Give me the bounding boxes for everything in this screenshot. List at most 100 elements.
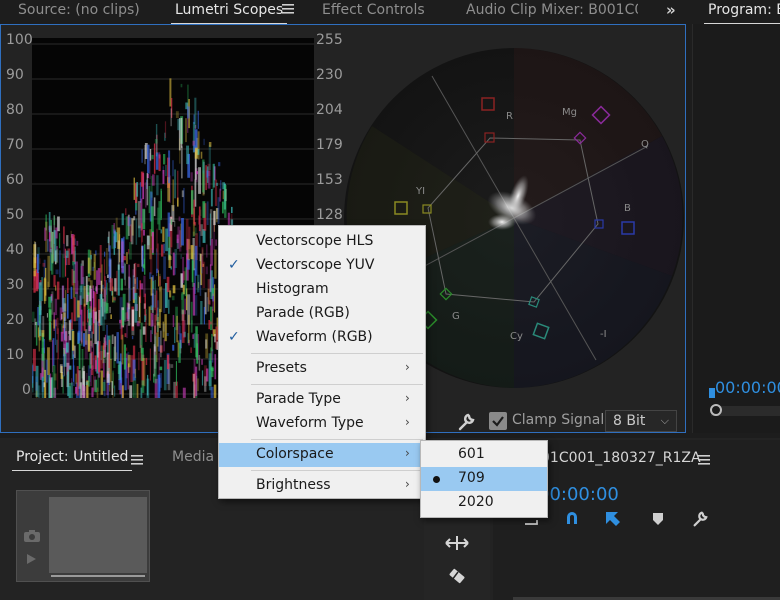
tab-effect-controls[interactable]: Effect Controls [322,2,425,18]
waveform-trace [176,234,179,244]
waveform-trace [198,167,201,194]
waveform-trace [213,384,217,398]
waveform-trace [138,225,141,238]
waveform-trace [104,334,107,357]
waveform-trace [146,235,150,250]
waveform-scale-left: 50 [6,207,24,223]
waveform-trace [80,331,83,346]
playhead-marker[interactable] [709,388,715,398]
waveform-trace [205,339,208,349]
waveform-trace [147,144,150,174]
waveform-trace [212,293,214,311]
waveform-trace [181,218,184,246]
linked-selection-icon[interactable] [604,510,622,532]
waveform-trace [144,182,147,208]
waveform-trace [89,285,92,302]
bit-depth-select[interactable]: 8 Bit ⌵ [605,410,677,432]
waveform-trace [212,163,214,190]
menu-separator [251,353,423,354]
waveform-trace [222,201,224,214]
waveform-trace [172,160,174,177]
waveform-trace [214,249,217,279]
waveform-trace [90,254,92,260]
hamburger-icon[interactable] [282,3,294,19]
thumbnail-scrub-bar[interactable] [51,575,145,577]
waveform-trace [210,386,214,398]
waveform-trace [168,299,170,314]
hamburger-icon[interactable] [131,454,143,470]
marker-icon[interactable] [652,512,664,530]
menu-item-brightness[interactable]: Brightness › [219,474,425,498]
snap-magnet-icon[interactable] [564,510,580,530]
tab-source[interactable]: Source: (no clips) [18,2,140,18]
move-tool-icon[interactable] [444,532,470,558]
submenu-item-2020[interactable]: 2020 [421,491,547,515]
menu-item-presets[interactable]: Presets › [219,357,425,381]
submenu-item-709[interactable]: 709 [421,467,547,491]
menu-item-vectorscope-yuv[interactable]: ✓ Vectorscope YUV [219,254,425,278]
waveform-trace [195,245,198,276]
tab-audio-clip-mixer[interactable]: Audio Clip Mixer: B001C001 [466,2,638,18]
tab-lumetri-scopes[interactable]: Lumetri Scopes [170,2,288,24]
play-icon[interactable] [25,553,37,569]
waveform-trace [197,274,200,293]
waveform-trace [182,257,184,283]
waveform-trace [94,311,97,345]
vectorscope-label-mg: Mg [562,107,577,118]
scopes-context-menu: Vectorscope HLS ✓ Vectorscope YUV Histog… [218,225,426,499]
waveform-trace [168,254,171,268]
program-timecode[interactable]: 00:00:00 [715,378,780,397]
submenu-item-label: 709 [458,470,485,486]
waveform-trace [83,333,85,347]
waveform-scale-left: 100 [6,32,33,48]
timeline-timecode[interactable]: 00:00:00 [538,484,619,505]
menu-item-waveform-type[interactable]: Waveform Type › [219,412,425,436]
waveform-trace [172,179,174,212]
timeline-sequence-name[interactable]: 01C001_180327_R1ZA [541,450,701,466]
waveform-trace [128,277,131,301]
waveform-trace [214,334,216,343]
waveform-trace [141,149,143,163]
waveform-trace [148,306,151,326]
waveform-trace [143,258,145,269]
waveform-trace [77,300,80,318]
scrollbar-handle[interactable] [710,404,722,416]
waveform-trace [107,274,109,278]
waveform-trace [50,295,52,303]
settings-wrench-icon[interactable] [691,510,709,532]
submenu-item-601[interactable]: 601 [421,443,547,467]
clamp-signal-checkbox[interactable] [489,412,507,430]
waveform-trace [102,382,106,391]
tab-program[interactable]: Program: B0 [704,2,780,24]
waveform-trace [161,244,164,257]
waveform-scale-right: 230 [316,67,343,83]
wrench-icon[interactable] [456,412,476,436]
menu-item-colorspace[interactable]: Colorspace › [219,443,425,467]
waveform-trace [193,199,196,224]
razor-tool-icon[interactable] [446,566,468,592]
waveform-trace [54,298,58,316]
menu-item-vectorscope-hls[interactable]: Vectorscope HLS [219,230,425,254]
camera-icon [23,529,41,547]
waveform-trace [131,309,134,327]
waveform-trace [174,220,176,227]
waveform-trace [156,228,158,253]
menu-item-histogram[interactable]: Histogram [219,278,425,302]
waveform-trace [184,267,187,297]
waveform-trace [177,118,181,131]
waveform-trace [209,321,212,325]
waveform-trace [152,280,155,289]
waveform-trace [170,364,174,368]
tab-project[interactable]: Project: Untitled [11,449,133,471]
radio-selected-icon [433,476,440,483]
project-thumbnail[interactable] [16,490,150,582]
menu-item-parade-rgb[interactable]: Parade (RGB) [219,302,425,326]
menu-item-parade-type[interactable]: Parade Type › [219,388,425,412]
menu-item-waveform-rgb[interactable]: ✓ Waveform (RGB) [219,326,425,350]
waveform-trace [140,322,143,354]
waveform-trace [107,383,109,398]
menu-item-label: Vectorscope HLS [256,233,374,249]
overflow-chevrons-icon[interactable]: » [666,1,676,19]
hamburger-icon[interactable] [698,454,710,470]
waveform-scale-right: 179 [316,137,343,153]
